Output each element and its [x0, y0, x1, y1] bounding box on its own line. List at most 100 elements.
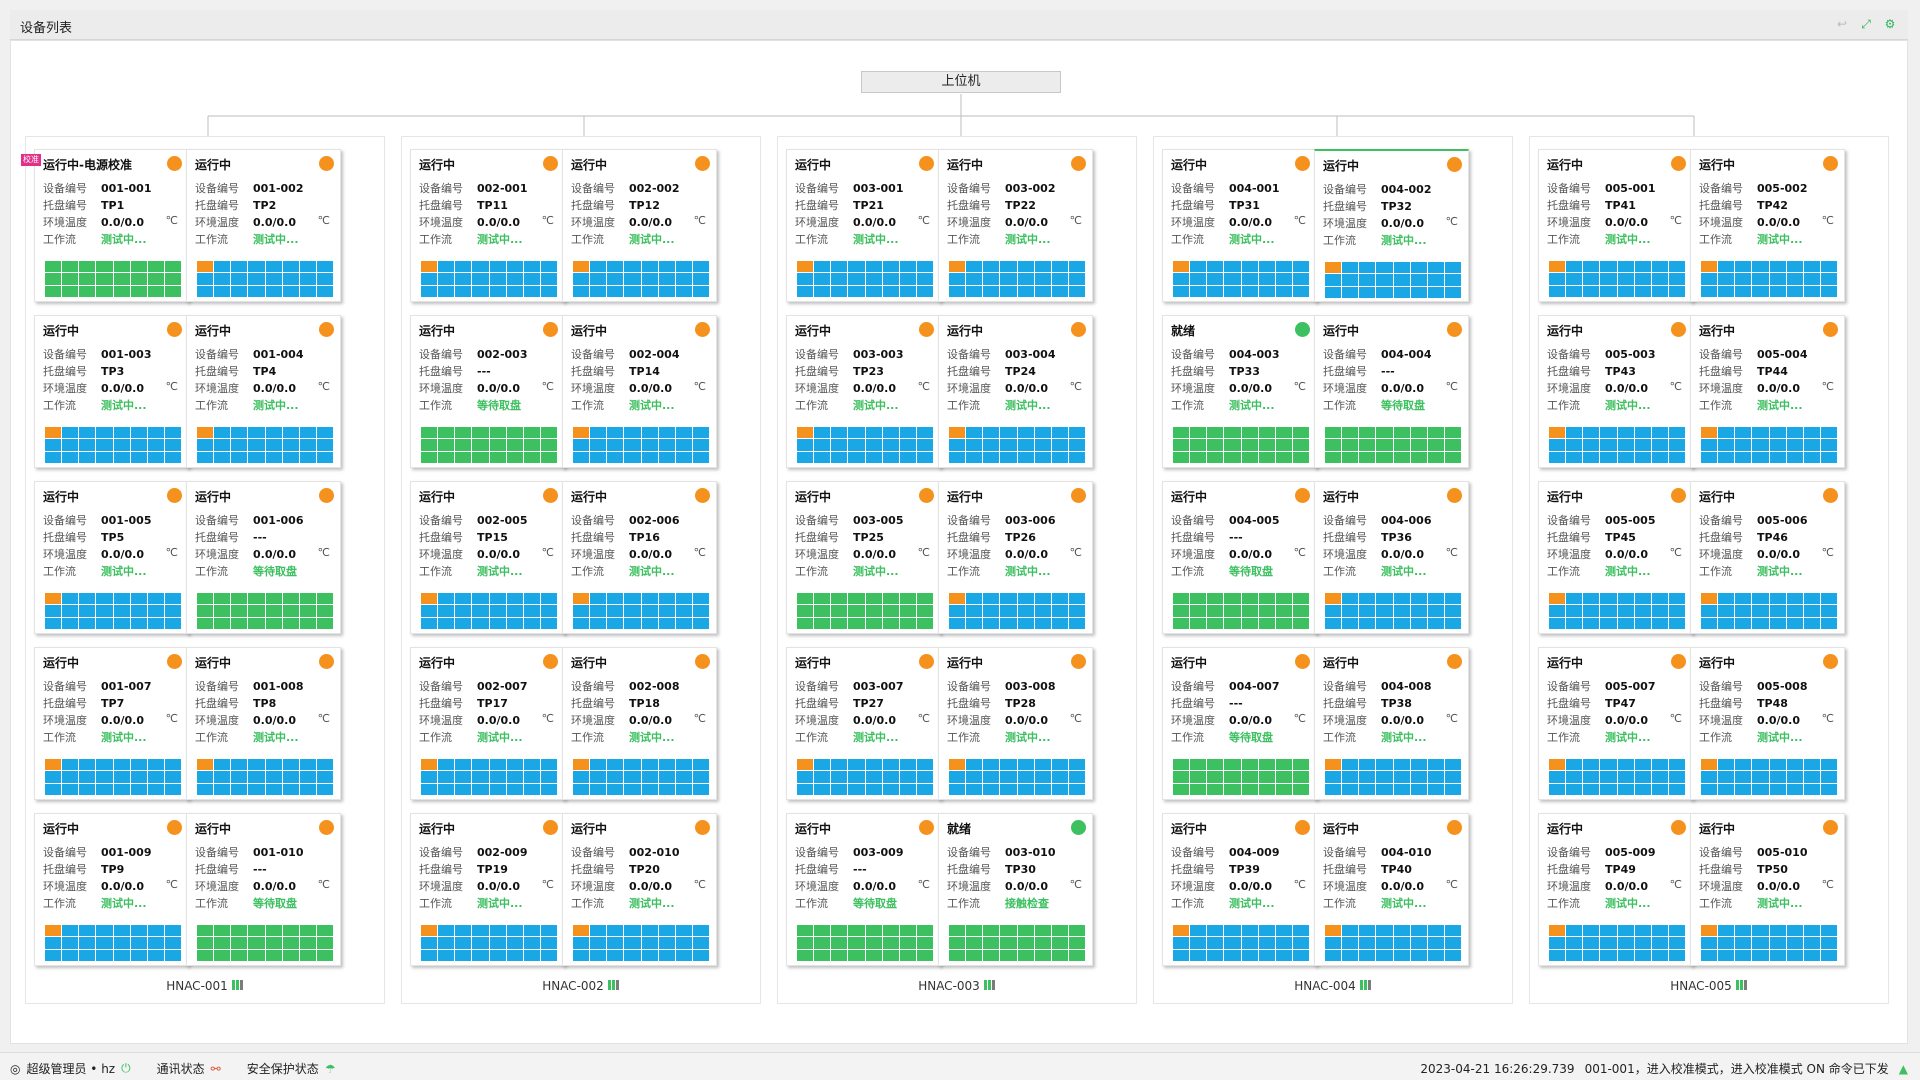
- cell: [641, 617, 658, 629]
- device-card[interactable]: 运行中 设备编号 005-002 托盘编号 TP42 环境温度 0.0/0.0 工作流 测试中.…: [1690, 149, 1845, 302]
- device-id: 004-002: [1381, 183, 1432, 196]
- group-name: HNAC-005: [1670, 978, 1732, 993]
- cell: [899, 261, 916, 273]
- device-status: 运行中: [1547, 490, 1584, 504]
- device-card[interactable]: 运行中 设备编号 005-008 托盘编号 TP48 环境温度 0.0/0.0 工作流 测试中.…: [1690, 647, 1845, 800]
- device-card[interactable]: 运行中 设备编号 001-002 托盘编号 TP2 环境温度 0.0/0.0 工作流 测试中..…: [186, 149, 341, 302]
- cell: [949, 261, 966, 273]
- device-card[interactable]: 运行中 设备编号 004-007 托盘编号 --- 环境温度 0.0/0.0 工作流 等待取盘 ℃: [1162, 647, 1317, 800]
- device-card[interactable]: 运行中 设备编号 002-004 托盘编号 TP14 环境温度 0.0/0.0 工作流 测试中.…: [562, 315, 717, 468]
- device-card[interactable]: 运行中 设备编号 004-005 托盘编号 --- 环境温度 0.0/0.0 工作流 等待取盘 ℃: [1162, 481, 1317, 634]
- group-label[interactable]: HNAC-003: [778, 979, 1136, 994]
- device-card[interactable]: 运行中 设备编号 004-009 托盘编号 TP39 环境温度 0.0/0.0 工作流 测试中.…: [1162, 813, 1317, 966]
- cell: [607, 771, 624, 783]
- device-card[interactable]: 运行中 设备编号 002-006 托盘编号 TP16 环境温度 0.0/0.0 工作流 测试中.…: [562, 481, 717, 634]
- device-card[interactable]: 运行中 设备编号 005-003 托盘编号 TP43 环境温度 0.0/0.0 工作流 测试中.…: [1538, 315, 1693, 468]
- device-card[interactable]: 运行中 设备编号 003-006 托盘编号 TP26 环境温度 0.0/0.0 工作流 测试中.…: [938, 481, 1093, 634]
- device-card[interactable]: 运行中 设备编号 002-008 托盘编号 TP18 环境温度 0.0/0.0 工作流 测试中.…: [562, 647, 717, 800]
- device-card[interactable]: 运行中 设备编号 002-003 托盘编号 --- 环境温度 0.0/0.0 工作流 等待取盘 ℃: [410, 315, 565, 468]
- device-card[interactable]: 运行中 设备编号 002-005 托盘编号 TP15 环境温度 0.0/0.0 工作流 测试中.…: [410, 481, 565, 634]
- comm-status[interactable]: 通讯状态 ⚯: [157, 1060, 221, 1077]
- device-card[interactable]: 运行中 设备编号 005-009 托盘编号 TP49 环境温度 0.0/0.0 工作流 测试中.…: [1538, 813, 1693, 966]
- group-label[interactable]: HNAC-002: [402, 979, 760, 994]
- temperature: 0.0/0.0: [629, 548, 672, 561]
- device-card[interactable]: 运行中 设备编号 003-005 托盘编号 TP25 环境温度 0.0/0.0 工作流 测试中.…: [786, 481, 941, 634]
- cell: [1292, 617, 1309, 629]
- device-card[interactable]: 运行中 设备编号 004-004 托盘编号 --- 环境温度 0.0/0.0 工作流 等待取盘 ℃: [1314, 315, 1469, 468]
- device-card[interactable]: 运行中 设备编号 003-007 托盘编号 TP27 环境温度 0.0/0.0 工作流 测试中.…: [786, 647, 941, 800]
- warning-icon[interactable]: ▲: [1899, 1062, 1908, 1076]
- device-card[interactable]: 运行中 设备编号 001-006 托盘编号 --- 环境温度 0.0/0.0 工作流 等待取盘 ℃: [186, 481, 341, 634]
- device-card[interactable]: 运行中 设备编号 003-001 托盘编号 TP21 环境温度 0.0/0.0 工作流 测试中.…: [786, 149, 941, 302]
- device-card[interactable]: 运行中 设备编号 003-003 托盘编号 TP23 环境温度 0.0/0.0 工作流 测试中.…: [786, 315, 941, 468]
- cell: [1651, 771, 1668, 783]
- cell: [1549, 285, 1566, 297]
- gear-icon[interactable]: ⚙: [1882, 16, 1898, 32]
- device-card[interactable]: 校准 运行中-电源校准 设备编号 001-001 托盘编号 TP1 环境温度 0.0/0.0 工…: [21, 149, 189, 302]
- temperature: 0.0/0.0: [1381, 714, 1424, 727]
- cell: [1342, 439, 1359, 451]
- device-card[interactable]: 运行中 设备编号 003-004 托盘编号 TP24 环境温度 0.0/0.0 工作流 测试中.…: [938, 315, 1093, 468]
- cell: [1444, 427, 1461, 439]
- power-icon[interactable]: ⏻: [121, 1061, 131, 1076]
- cell: [899, 937, 916, 949]
- device-card[interactable]: 运行中 设备编号 005-005 托盘编号 TP45 环境温度 0.0/0.0 工作流 测试中.…: [1538, 481, 1693, 634]
- cell: [1207, 285, 1224, 297]
- group-label[interactable]: HNAC-005: [1530, 979, 1888, 994]
- device-card[interactable]: 运行中 设备编号 003-009 托盘编号 --- 环境温度 0.0/0.0 工作流 等待取盘 ℃: [786, 813, 941, 966]
- device-card[interactable]: 运行中 设备编号 001-004 托盘编号 TP4 环境温度 0.0/0.0 工作流 测试中..…: [186, 315, 341, 468]
- user-status[interactable]: ◎ 超级管理员 • hz ⏻: [10, 1060, 131, 1077]
- device-status: 运行中: [195, 656, 232, 670]
- cell: [1752, 285, 1769, 297]
- cell: [1803, 593, 1820, 605]
- cell: [1258, 925, 1275, 937]
- device-card[interactable]: 就绪 设备编号 004-003 托盘编号 TP33 环境温度 0.0/0.0 工作流 测试中..…: [1162, 315, 1317, 468]
- host-computer-node[interactable]: 上位机: [861, 71, 1061, 93]
- cell: [1427, 286, 1444, 298]
- device-card[interactable]: 运行中 设备编号 004-006 托盘编号 TP36 环境温度 0.0/0.0 工作流 测试中.…: [1314, 481, 1469, 634]
- device-card[interactable]: 运行中 设备编号 002-009 托盘编号 TP19 环境温度 0.0/0.0 工作流 测试中.…: [410, 813, 565, 966]
- pin-icon[interactable]: ⤢: [1858, 16, 1874, 32]
- device-id: 002-003: [477, 348, 528, 361]
- cell: [455, 605, 472, 617]
- device-card[interactable]: 运行中 设备编号 004-010 托盘编号 TP40 环境温度 0.0/0.0 工作流 测试中.…: [1314, 813, 1469, 966]
- device-card[interactable]: 运行中 设备编号 001-005 托盘编号 TP5 环境温度 0.0/0.0 工作流 测试中..…: [34, 481, 189, 634]
- device-card[interactable]: 运行中 设备编号 005-001 托盘编号 TP41 环境温度 0.0/0.0 工作流 测试中.…: [1538, 149, 1693, 302]
- device-card[interactable]: 运行中 设备编号 004-002 托盘编号 TP32 环境温度 0.0/0.0 工作流 测试中.…: [1314, 149, 1469, 302]
- device-card[interactable]: 运行中 设备编号 001-007 托盘编号 TP7 环境温度 0.0/0.0 工作流 测试中..…: [34, 647, 189, 800]
- device-card[interactable]: 运行中 设备编号 005-007 托盘编号 TP47 环境温度 0.0/0.0 工作流 测试中.…: [1538, 647, 1693, 800]
- device-card[interactable]: 运行中 设备编号 001-003 托盘编号 TP3 环境温度 0.0/0.0 工作流 测试中..…: [34, 315, 189, 468]
- device-id: 002-010: [629, 846, 680, 859]
- group-label[interactable]: HNAC-004: [1154, 979, 1512, 994]
- group-label[interactable]: HNAC-001: [26, 979, 384, 994]
- device-card[interactable]: 运行中 设备编号 002-002 托盘编号 TP12 环境温度 0.0/0.0 工作流 测试中.…: [562, 149, 717, 302]
- tray-id: TP7: [101, 697, 125, 710]
- cell: [882, 937, 899, 949]
- cell: [983, 783, 1000, 795]
- cell: [899, 451, 916, 463]
- safety-status[interactable]: 安全保护状态 ☂: [247, 1060, 336, 1077]
- device-card[interactable]: 运行中 设备编号 004-001 托盘编号 TP31 环境温度 0.0/0.0 工作流 测试中.…: [1162, 149, 1317, 302]
- temperature: 0.0/0.0: [1757, 880, 1800, 893]
- device-card[interactable]: 运行中 设备编号 001-008 托盘编号 TP8 环境温度 0.0/0.0 工作流 测试中..…: [186, 647, 341, 800]
- device-card[interactable]: 就绪 设备编号 003-010 托盘编号 TP30 环境温度 0.0/0.0 工作流 接触检查 ℃: [938, 813, 1093, 966]
- device-card[interactable]: 运行中 设备编号 002-001 托盘编号 TP11 环境温度 0.0/0.0 工作流 测试中.…: [410, 149, 565, 302]
- device-card[interactable]: 运行中 设备编号 005-006 托盘编号 TP46 环境温度 0.0/0.0 工作流 测试中.…: [1690, 481, 1845, 634]
- channel-grid: [45, 925, 181, 961]
- device-card[interactable]: 运行中 设备编号 004-008 托盘编号 TP38 环境温度 0.0/0.0 工作流 测试中.…: [1314, 647, 1469, 800]
- device-card[interactable]: 运行中 设备编号 005-004 托盘编号 TP44 环境温度 0.0/0.0 工作流 测试中.…: [1690, 315, 1845, 468]
- device-card[interactable]: 运行中 设备编号 003-008 托盘编号 TP28 环境温度 0.0/0.0 工作流 测试中.…: [938, 647, 1093, 800]
- cell: [983, 605, 1000, 617]
- device-card[interactable]: 运行中 设备编号 003-002 托盘编号 TP22 环境温度 0.0/0.0 工作流 测试中.…: [938, 149, 1093, 302]
- device-card[interactable]: 运行中 设备编号 002-010 托盘编号 TP20 环境温度 0.0/0.0 工作流 测试中.…: [562, 813, 717, 966]
- tray-id: TP42: [1757, 199, 1788, 212]
- cell: [1173, 285, 1190, 297]
- device-card[interactable]: 运行中 设备编号 001-009 托盘编号 TP9 环境温度 0.0/0.0 工作流 测试中..…: [34, 813, 189, 966]
- return-icon[interactable]: ↩: [1834, 16, 1850, 32]
- temp-unit: ℃: [917, 380, 930, 393]
- device-card[interactable]: 运行中 设备编号 002-007 托盘编号 TP17 环境温度 0.0/0.0 工作流 测试中.…: [410, 647, 565, 800]
- cell: [797, 937, 814, 949]
- cell: [1634, 439, 1651, 451]
- device-card[interactable]: 运行中 设备编号 005-010 托盘编号 TP50 环境温度 0.0/0.0 工作流 测试中.…: [1690, 813, 1845, 966]
- device-card[interactable]: 运行中 设备编号 001-010 托盘编号 --- 环境温度 0.0/0.0 工作流 等待取盘 ℃: [186, 813, 341, 966]
